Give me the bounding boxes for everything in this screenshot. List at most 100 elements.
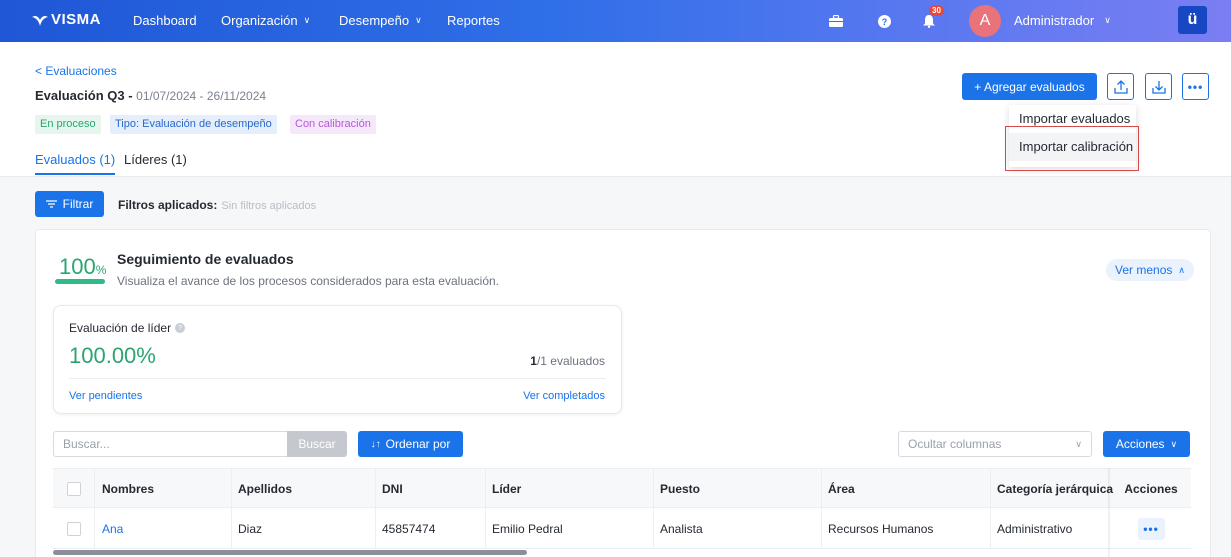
overall-progress-percent: 100% <box>59 254 106 280</box>
chevron-down-icon: ∨ <box>1170 438 1178 449</box>
actions-button-label: Acciones <box>1115 437 1165 451</box>
question-icon[interactable]: ? <box>175 323 186 333</box>
column-header-area[interactable]: Área <box>822 469 991 509</box>
nav-reportes[interactable]: Reportes <box>447 13 500 28</box>
divider <box>69 378 606 379</box>
hide-columns-label: Ocultar columnas <box>908 437 1002 451</box>
search-button[interactable]: Buscar <box>287 431 347 457</box>
tab-lideres[interactable]: Líderes (1) <box>124 152 187 173</box>
column-header-puesto[interactable]: Puesto <box>654 469 822 509</box>
avatar-initial: A <box>979 12 991 29</box>
sort-button[interactable]: ↓↑ Ordenar por <box>358 431 463 457</box>
collapse-toggle-button[interactable]: Ver menos ∧ <box>1106 259 1194 281</box>
nav-organizacion-label: Organización <box>221 13 298 28</box>
nav-desempeno-label: Desempeño <box>339 13 410 28</box>
nav-dashboard-label: Dashboard <box>133 13 197 28</box>
applied-filters: Filtros aplicados: Sin filtros aplicados <box>118 198 316 212</box>
filter-button[interactable]: Filtrar <box>35 191 104 217</box>
evaluation-title: Evaluación Q3 - <box>35 88 137 103</box>
visma-logo[interactable]: VISMA <box>32 11 101 28</box>
type-badge: Tipo: Evaluación de desempeño <box>110 115 277 134</box>
column-header-dni[interactable]: DNI <box>376 469 486 509</box>
nav-dashboard[interactable]: Dashboard <box>133 13 197 28</box>
nav-desempeno[interactable]: Desempeño ∨ <box>339 13 422 28</box>
nav-reportes-label: Reportes <box>447 13 500 28</box>
avatar[interactable]: A <box>969 5 1001 37</box>
table-row: Ana Diaz 45857474 Emilio Pedral Analista… <box>53 509 1191 549</box>
app-switcher-button[interactable]: ü <box>1178 6 1207 34</box>
cell-lider: Emilio Pedral <box>486 509 654 549</box>
overall-progress-value: 100 <box>59 254 96 279</box>
briefcase-icon[interactable] <box>826 11 846 31</box>
user-name: Administrador <box>1014 13 1095 28</box>
cell-puesto: Analista <box>654 509 822 549</box>
download-button[interactable] <box>1145 73 1172 100</box>
upload-button[interactable] <box>1107 73 1134 100</box>
select-all-checkbox[interactable] <box>66 482 81 496</box>
applied-filters-label: Filtros aplicados: <box>118 198 218 212</box>
leader-evaluation-count: 1/1 evaluados <box>530 354 605 368</box>
row-checkbox[interactable] <box>66 522 81 536</box>
column-header-lider[interactable]: Líder <box>486 469 654 509</box>
sort-arrows-icon: ↓↑ <box>370 438 381 450</box>
applied-filters-value: Sin filtros aplicados <box>221 200 317 212</box>
upload-icon <box>1113 79 1128 94</box>
column-header-nombres[interactable]: Nombres <box>95 469 232 509</box>
view-completed-link[interactable]: Ver completados <box>523 390 605 402</box>
highlight-box <box>1005 126 1139 171</box>
user-menu[interactable]: Administrador ∨ <box>1014 13 1111 28</box>
back-to-evaluations-link[interactable]: < Evaluaciones <box>35 64 117 78</box>
column-header-acciones: Acciones <box>1124 482 1178 496</box>
sort-button-label: Ordenar por <box>385 437 451 451</box>
top-navbar: VISMA Dashboard Organización ∨ Desempeño ∨… <box>0 0 1231 42</box>
cell-dni: 45857474 <box>376 509 486 549</box>
tracking-title: Seguimiento de evaluados <box>117 251 294 267</box>
actions-button[interactable]: Acciones ∨ <box>1103 431 1190 457</box>
row-select-cell <box>53 509 95 549</box>
chevron-down-icon: ∨ <box>303 15 311 25</box>
view-pending-link[interactable]: Ver pendientes <box>69 390 142 402</box>
tracking-subtitle: Visualiza el avance de los procesos cons… <box>117 274 500 288</box>
leader-evaluation-title: Evaluación de líder ? <box>69 321 186 335</box>
visma-logo-icon <box>32 15 48 26</box>
select-all-cell <box>53 469 95 509</box>
cell-apellidos: Diaz <box>232 509 376 549</box>
count-done: 1 <box>530 354 537 368</box>
chevron-down-icon: ∨ <box>1075 438 1082 449</box>
app-icon-label: ü <box>1187 11 1198 28</box>
logo-text: VISMA <box>51 11 102 28</box>
column-header-apellidos[interactable]: Apellidos <box>232 469 376 509</box>
filter-lines-icon <box>45 200 57 208</box>
collapse-toggle-label: Ver menos <box>1115 263 1173 277</box>
evaluation-date-range: 01/07/2024 - 26/11/2024 <box>136 89 267 103</box>
cell-acciones: ••• <box>1111 509 1191 549</box>
employee-name-link[interactable]: Ana <box>102 522 123 536</box>
ellipsis-icon: ••• <box>1187 79 1204 94</box>
tab-evaluados[interactable]: Evaluados (1) <box>35 152 116 175</box>
leader-evaluation-percent: 100.00% <box>69 343 156 368</box>
table-header-row: Nombres Apellidos DNI Líder Puesto Área … <box>53 468 1191 509</box>
overall-progress-unit: % <box>95 263 107 277</box>
chevron-down-icon: ∨ <box>1104 15 1111 25</box>
chevron-down-icon: ∨ <box>415 15 422 25</box>
sticky-column-shadow <box>1108 468 1111 557</box>
horizontal-scrollbar[interactable] <box>53 550 527 555</box>
cell-nombres: Ana <box>95 509 232 549</box>
search-input[interactable] <box>53 431 287 457</box>
overall-progress-bar <box>55 279 105 284</box>
count-rest: /1 evaluados <box>536 354 605 368</box>
nav-organizacion[interactable]: Organización ∨ <box>221 13 310 28</box>
more-options-button[interactable]: ••• <box>1182 73 1209 100</box>
help-icon[interactable]: ? <box>874 11 894 31</box>
filter-button-label: Filtrar <box>62 197 94 211</box>
notification-count-badge: 30 <box>929 5 944 16</box>
hide-columns-select[interactable]: Ocultar columnas ∨ <box>898 431 1092 457</box>
svg-text:?: ? <box>881 17 887 27</box>
column-header-categoria[interactable]: Categoría jerárquica <box>991 469 1113 509</box>
calibration-badge: Con calibración <box>290 115 376 134</box>
add-evaluados-button[interactable]: + Agregar evaluados <box>962 73 1097 100</box>
cell-area: Recursos Humanos <box>822 509 991 549</box>
row-actions-button[interactable]: ••• <box>1137 518 1165 540</box>
evaluados-table: Nombres Apellidos DNI Líder Puesto Área … <box>53 468 1191 557</box>
download-icon <box>1151 80 1166 94</box>
